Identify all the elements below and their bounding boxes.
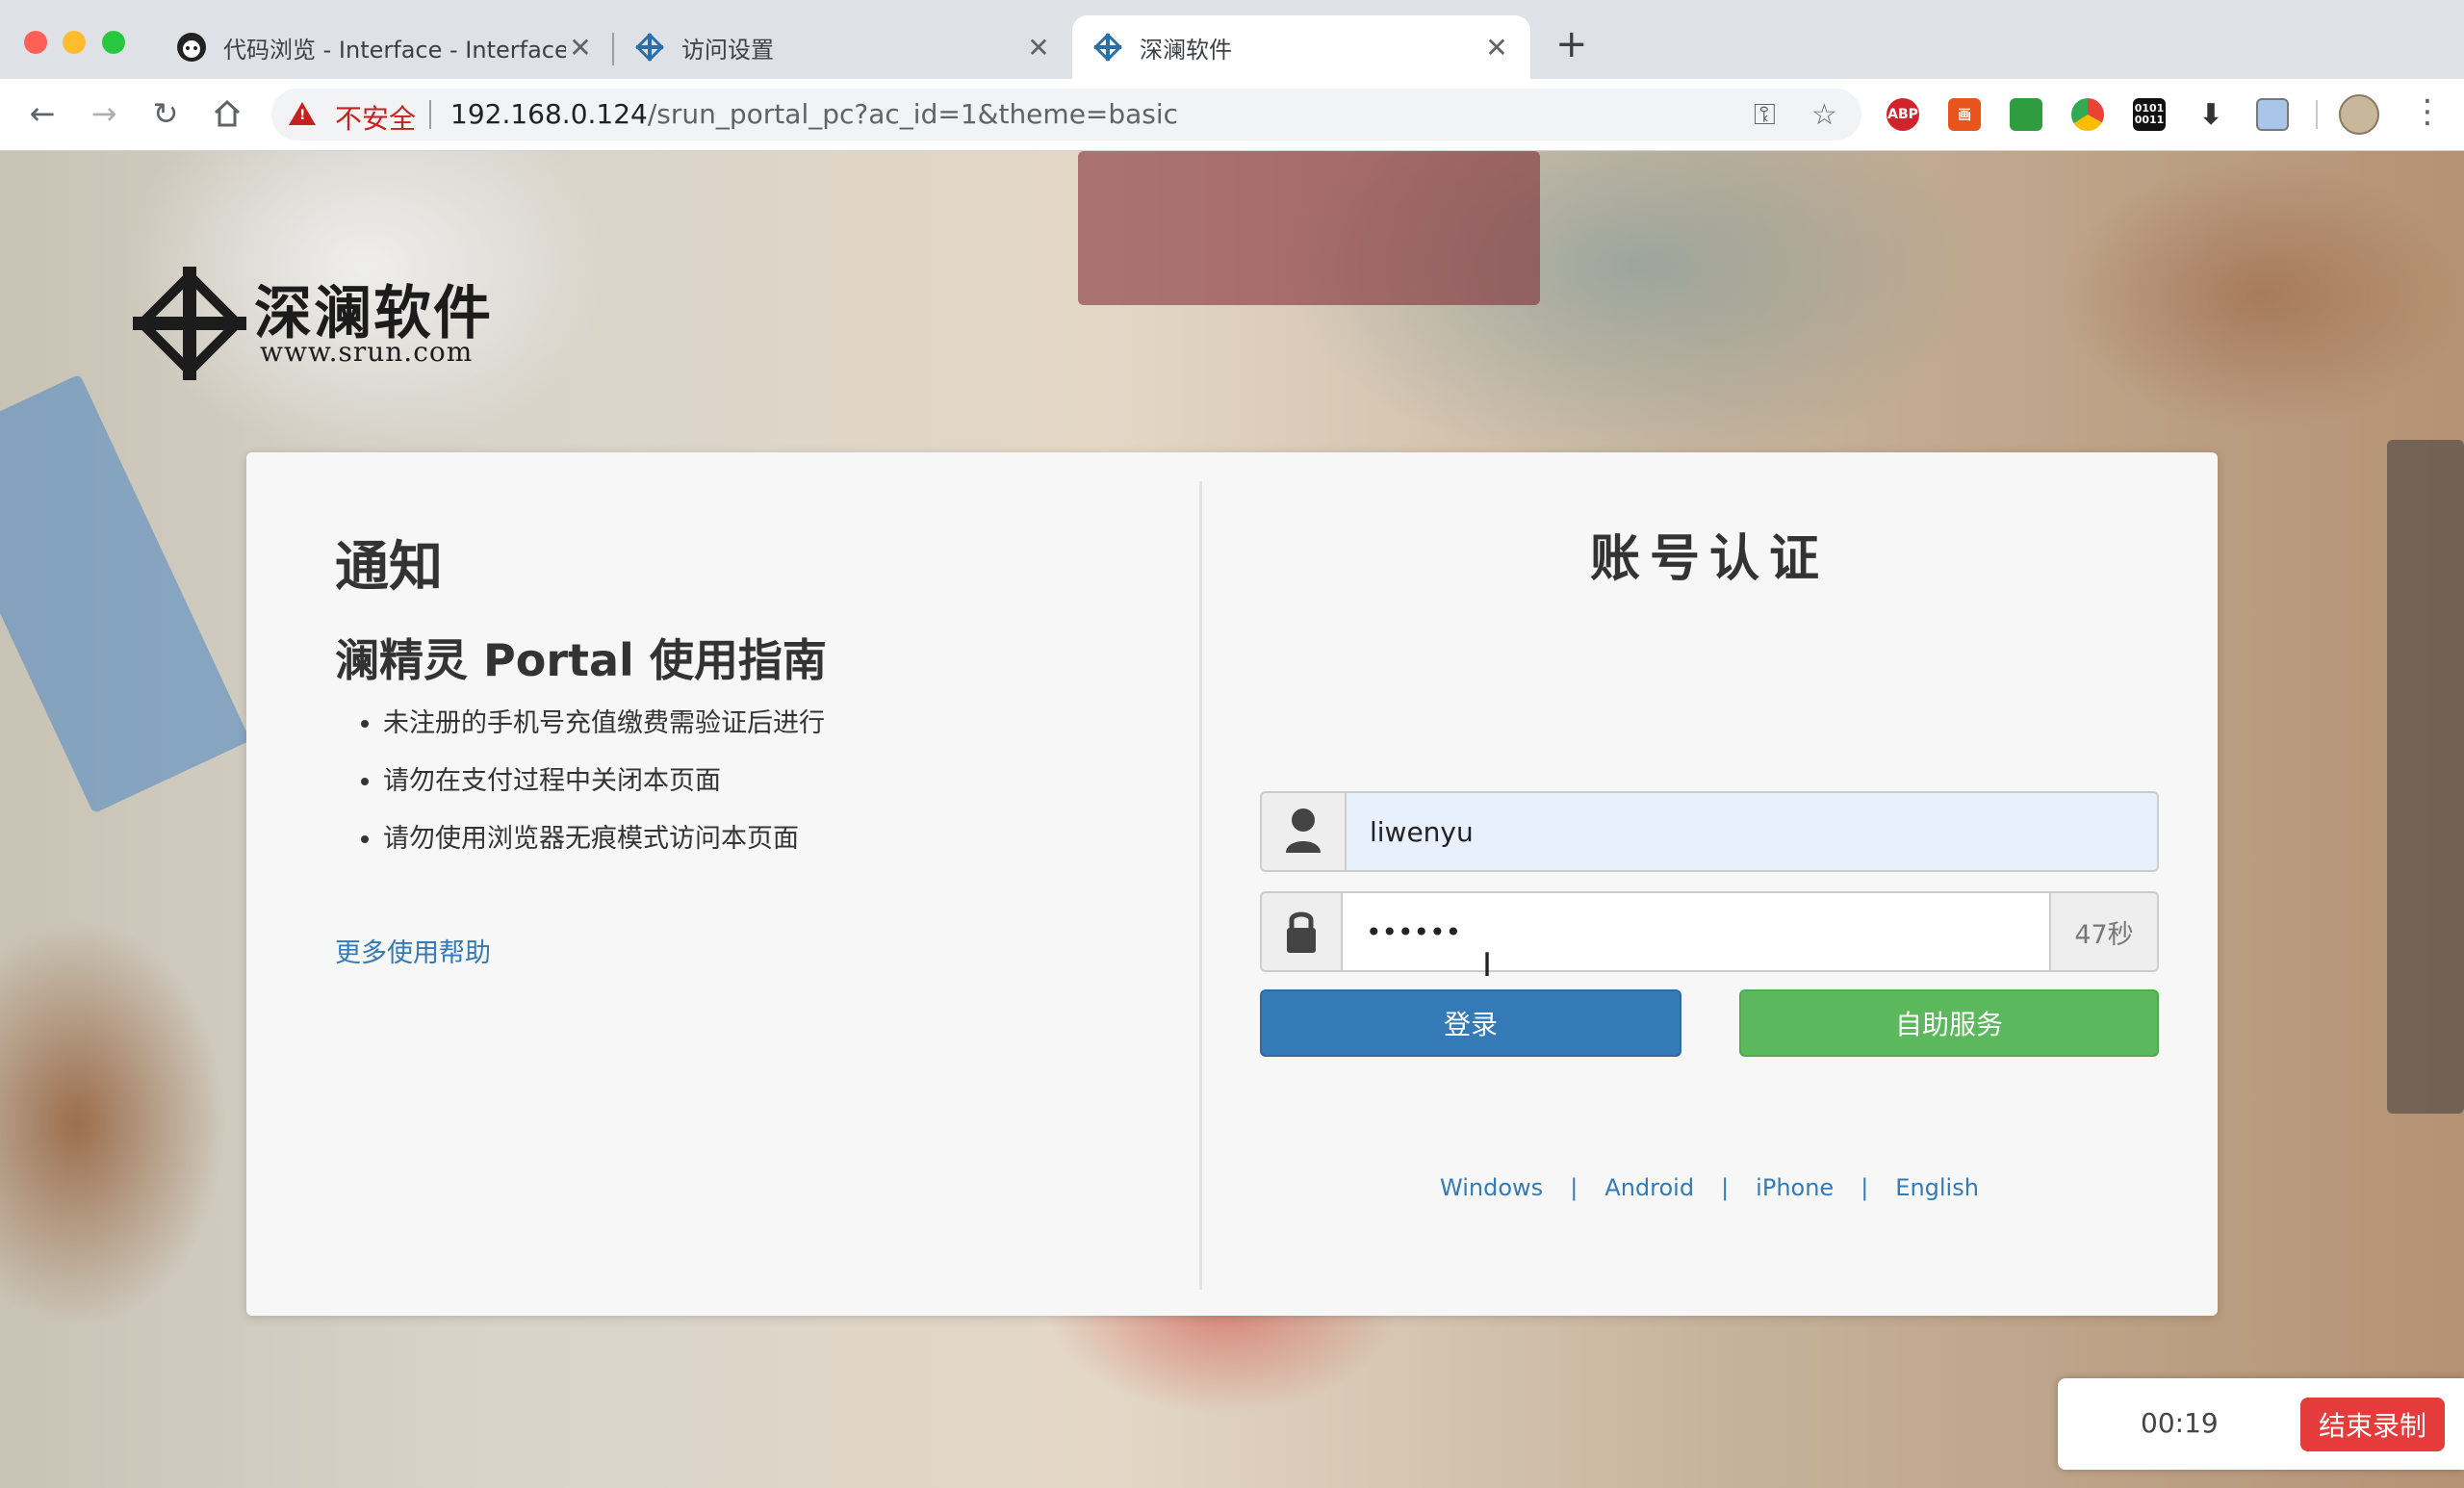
notice-heading: 通知 <box>335 536 443 599</box>
tab-access-settings[interactable]: 访问设置 ✕ <box>614 15 1072 79</box>
binary-extension-icon[interactable]: 0101 0011 <box>2133 98 2166 131</box>
srun-favicon-icon <box>1091 31 1124 64</box>
reload-icon[interactable]: ↻ <box>146 94 185 133</box>
background-decoration <box>1078 151 1540 305</box>
login-panel: 通知 澜精灵 Portal 使用指南 未注册的手机号充值缴费需验证后进行 请勿在… <box>246 452 2218 1316</box>
srun-logo-icon <box>133 267 246 380</box>
password-group: 47秒 <box>1260 891 2159 972</box>
download-icon[interactable]: ⬇ <box>2194 98 2227 132</box>
list-item: 请勿使用浏览器无痕模式访问本页面 <box>383 810 825 868</box>
link-separator: | <box>1721 1174 1730 1201</box>
url-host: 192.168.0.124 <box>450 98 648 130</box>
background-decoration <box>0 373 251 814</box>
login-button[interactable]: 登录 <box>1260 989 1681 1057</box>
list-item: 请勿在支付过程中关闭本页面 <box>383 753 825 810</box>
toolbar-divider <box>2316 100 2318 129</box>
new-tab-button[interactable]: + <box>1555 25 1588 64</box>
srun-favicon-icon <box>633 31 666 64</box>
iphone-link[interactable]: iPhone <box>1756 1174 1834 1201</box>
image-extension-icon[interactable] <box>2256 98 2289 131</box>
tab-strip: 代码浏览 - Interface - Interface ✕ 访问设置 ✕ 深澜… <box>0 0 2464 79</box>
link-separator: | <box>1570 1174 1578 1201</box>
bookmark-star-icon[interactable]: ☆ <box>1811 98 1837 132</box>
countdown-timer: 47秒 <box>2051 891 2159 972</box>
text-cursor-icon: I <box>1482 946 1493 985</box>
warning-mark: ! <box>299 108 306 123</box>
android-link[interactable]: Android <box>1604 1174 1694 1201</box>
more-help-link[interactable]: 更多使用帮助 <box>335 932 491 969</box>
chrome-menu-icon[interactable]: ⋮ <box>2411 92 2444 131</box>
tab-title: 代码浏览 - Interface - Interface <box>223 36 566 64</box>
list-item: 未注册的手机号充值缴费需验证后进行 <box>383 695 825 753</box>
screenshot-extension-icon[interactable]: 画 <box>1948 98 1981 131</box>
browser-toolbar: ← → ↻ ! 不安全 192.168.0.124/srun_portal_pc… <box>0 79 2464 151</box>
tab-title: 深澜软件 <box>1140 36 1232 64</box>
minimize-window-button[interactable] <box>63 31 86 54</box>
self-service-button[interactable]: 自助服务 <box>1739 989 2159 1057</box>
portal-page: 深澜软件 www.srun.com 通知 澜精灵 Portal 使用指南 未注册… <box>0 151 2464 1488</box>
srun-logo: 深澜软件 www.srun.com <box>133 267 527 382</box>
lock-icon <box>1260 891 1343 972</box>
forward-icon[interactable]: → <box>85 94 123 133</box>
tab-code-browse[interactable]: 代码浏览 - Interface - Interface ✕ <box>156 15 614 79</box>
tab-close-icon[interactable]: ✕ <box>1024 32 1053 64</box>
url-text[interactable]: 192.168.0.124/srun_portal_pc?ac_id=1&the… <box>450 98 1178 130</box>
tab-title: 访问设置 <box>681 36 774 64</box>
home-icon[interactable] <box>208 94 246 133</box>
logo-subtitle: www.srun.com <box>260 336 474 368</box>
back-icon[interactable]: ← <box>23 94 62 133</box>
recording-widget: 00:19 结束录制 <box>2058 1378 2464 1470</box>
code-review-favicon-icon <box>175 31 208 64</box>
client-links: Windows | Android | iPhone | English <box>1260 1174 2159 1201</box>
tab-srun-software[interactable]: 深澜软件 ✕ <box>1072 15 1530 79</box>
link-separator: | <box>1861 1174 1869 1201</box>
password-input[interactable] <box>1343 891 2051 972</box>
username-input[interactable] <box>1347 791 2159 872</box>
auth-heading: 账号认证 <box>1589 530 1829 588</box>
url-path: /srun_portal_pc?ac_id=1&theme=basic <box>647 98 1179 130</box>
panel-divider <box>1199 481 1202 1290</box>
profile-avatar[interactable] <box>2339 94 2379 135</box>
tab-close-icon[interactable]: ✕ <box>566 32 595 64</box>
adblock-plus-icon[interactable]: ABP <box>1886 98 1919 131</box>
green-extension-icon[interactable] <box>2010 98 2042 131</box>
notice-list: 未注册的手机号充值缴费需验证后进行 请勿在支付过程中关闭本页面 请勿使用浏览器无… <box>335 695 825 868</box>
user-icon <box>1260 791 1347 872</box>
username-group <box>1260 791 2159 872</box>
recording-timer: 00:19 <box>2141 1407 2219 1439</box>
tab-close-icon[interactable]: ✕ <box>1482 32 1511 64</box>
guide-title: 澜精灵 Portal 使用指南 <box>335 634 827 686</box>
security-label[interactable]: 不安全 <box>335 98 416 137</box>
zoom-window-button[interactable] <box>102 31 125 54</box>
omnibox-divider <box>429 100 431 129</box>
key-icon[interactable]: ⚿ <box>1754 98 1776 132</box>
close-window-button[interactable] <box>24 31 47 54</box>
stop-recording-button[interactable]: 结束录制 <box>2300 1398 2445 1451</box>
english-link[interactable]: English <box>1895 1174 1979 1201</box>
background-decoration <box>2387 440 2464 1114</box>
chrome-extension-icon[interactable] <box>2071 98 2104 131</box>
windows-link[interactable]: Windows <box>1440 1174 1543 1201</box>
address-bar[interactable]: ! 不安全 192.168.0.124/srun_portal_pc?ac_id… <box>271 89 1861 141</box>
